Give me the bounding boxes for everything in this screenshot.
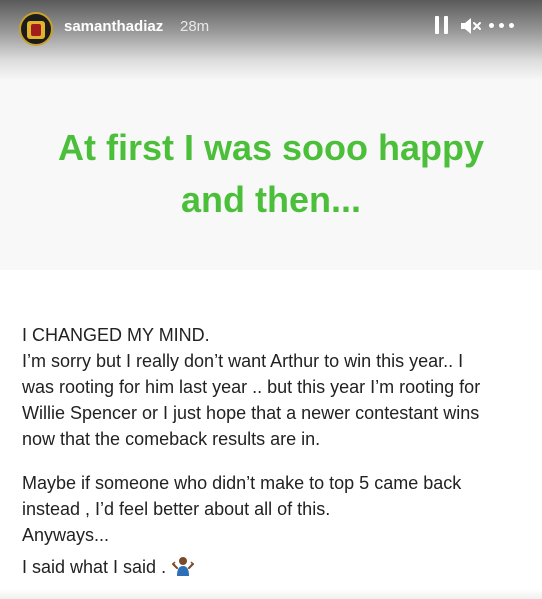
story-view[interactable]: samanthadiaz 28m At first I was sooo hap… (0, 0, 542, 599)
body-line: instead , I’d feel better about all of t… (22, 499, 331, 519)
body-line: I’m sorry but I really don’t want Arthur… (22, 351, 464, 371)
shrug-icon (172, 557, 195, 576)
body-line-last: I said what I said . (22, 554, 522, 580)
avatar-image-detail (31, 24, 41, 36)
post-time: 28m (180, 18, 210, 35)
body-line: Willie Spencer or I just hope that a new… (22, 403, 480, 423)
headline-line-2: and then... (181, 179, 361, 220)
headline-card: At first I was sooo happy and then... (0, 80, 542, 270)
headline: At first I was sooo happy and then... (0, 122, 542, 226)
mute-icon[interactable] (459, 15, 483, 37)
pause-icon[interactable] (435, 16, 449, 34)
body-line: now that the comeback results are in. (22, 429, 321, 449)
more-icon[interactable] (489, 23, 515, 29)
body-line-text: I said what I said . (22, 557, 167, 577)
body-line: I CHANGED MY MIND. (22, 325, 210, 345)
body-line: Anyways... (22, 525, 110, 545)
story-header: samanthadiaz 28m (0, 0, 542, 80)
username[interactable]: samanthadiaz (64, 18, 163, 35)
bottom-shadow (0, 589, 542, 599)
headline-line-1: At first I was sooo happy (57, 127, 485, 168)
story-body: I CHANGED MY MIND. I’m sorry but I reall… (22, 322, 522, 580)
body-line: was rooting for him last year .. but thi… (22, 377, 481, 397)
avatar[interactable] (19, 12, 53, 46)
body-line: Maybe if someone who didn’t make to top … (22, 473, 462, 493)
